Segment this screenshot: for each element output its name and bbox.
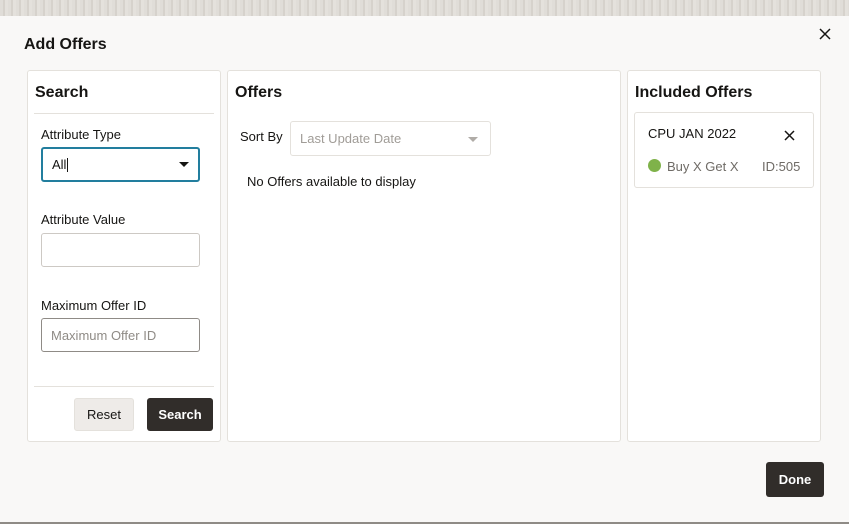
offers-panel: Offers Sort By Last Update Date No Offer… <box>227 70 621 442</box>
max-offer-id-label: Maximum Offer ID <box>41 298 147 313</box>
close-icon <box>819 28 831 40</box>
search-actions-divider <box>34 386 214 387</box>
remove-offer-button[interactable] <box>781 127 797 143</box>
done-button[interactable]: Done <box>766 462 824 497</box>
add-offers-dialog: Add Offers Search Attribute Type All Att… <box>0 16 849 522</box>
max-offer-id-input[interactable] <box>41 318 200 352</box>
offer-id: ID:505 <box>762 159 801 174</box>
chevron-down-icon <box>468 137 478 142</box>
included-offers-title: Included Offers <box>635 84 753 101</box>
attribute-value-label: Attribute Value <box>41 212 126 227</box>
status-dot-icon <box>648 159 661 172</box>
included-offer-card: CPU JAN 2022 Buy X Get X ID:505 <box>634 112 814 188</box>
sort-by-label: Sort By <box>240 129 283 144</box>
search-panel: Search Attribute Type All Attribute Valu… <box>27 70 221 442</box>
chevron-down-icon <box>179 162 189 167</box>
reset-button[interactable]: Reset <box>74 398 134 431</box>
attribute-value-input[interactable] <box>41 233 200 267</box>
sort-by-select[interactable]: Last Update Date <box>290 121 491 156</box>
offer-name: CPU JAN 2022 <box>648 126 737 141</box>
sort-by-placeholder: Last Update Date <box>300 131 402 146</box>
search-button[interactable]: Search <box>147 398 213 431</box>
attribute-type-label: Attribute Type <box>41 127 121 142</box>
text-cursor <box>67 157 69 172</box>
search-title-divider <box>34 113 214 114</box>
offers-panel-title: Offers <box>235 84 283 101</box>
dialog-title: Add Offers <box>24 36 107 53</box>
close-icon <box>783 129 795 141</box>
included-offers-panel: Included Offers CPU JAN 2022 Buy X Get X… <box>627 70 821 442</box>
search-panel-title: Search <box>35 84 89 101</box>
offer-type: Buy X Get X <box>667 159 739 174</box>
page-background-strip <box>0 0 849 16</box>
attribute-type-value: All <box>52 157 67 172</box>
empty-offers-message: No Offers available to display <box>247 174 416 189</box>
close-button[interactable] <box>816 25 834 43</box>
attribute-type-select[interactable]: All <box>41 147 200 182</box>
